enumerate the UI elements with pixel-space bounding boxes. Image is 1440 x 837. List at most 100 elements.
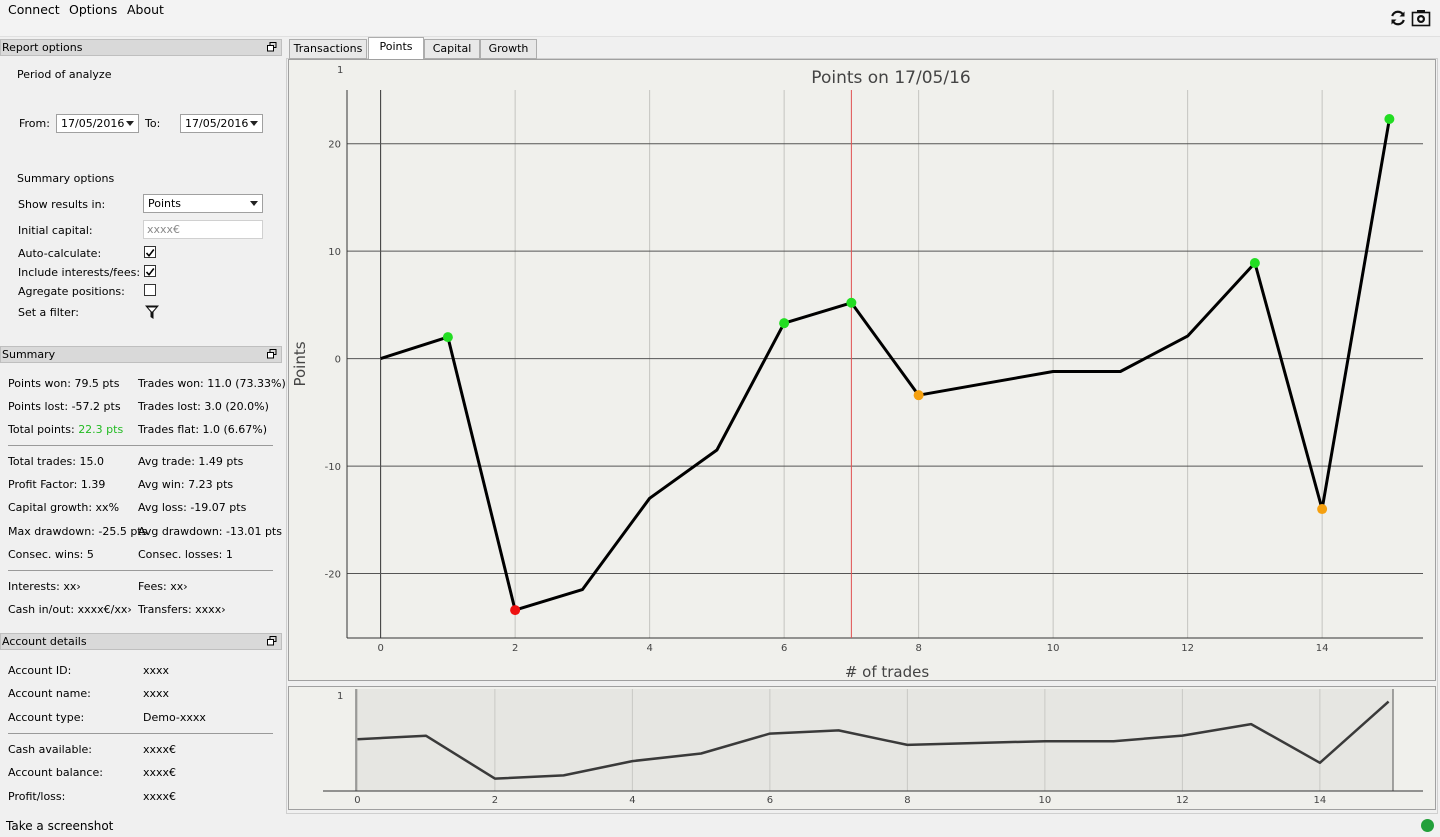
y-tick-label: 0 — [335, 355, 341, 366]
summary-title: Summary — [2, 348, 56, 361]
refresh-icon[interactable] — [1388, 8, 1408, 28]
y-tick-label: -20 — [325, 570, 341, 581]
menu-connect[interactable]: Connect — [8, 2, 60, 17]
chart-title: Points on 17/05/16 — [811, 68, 970, 88]
checkmark-icon — [145, 249, 155, 258]
total-points-label: Total points: — [8, 423, 75, 436]
from-date-value: 17/05/2016 — [61, 117, 125, 130]
data-point — [779, 318, 790, 329]
float-window-icon[interactable] — [267, 349, 277, 359]
to-date-value: 17/05/2016 — [185, 117, 249, 130]
account-balance-label: Account balance: — [8, 766, 103, 779]
account-details-header: Account details — [0, 633, 282, 650]
float-window-icon[interactable] — [267, 636, 277, 646]
avg-drawdown: Avg drawdown: -13.01 pts — [138, 525, 282, 538]
profit-loss-label: Profit/loss: — [8, 790, 66, 803]
navigator-tick-label: 2 — [492, 795, 498, 806]
account-id-value: xxxx — [143, 664, 170, 677]
avg-trade: Avg trade: 1.49 pts — [138, 455, 244, 468]
points-chart[interactable]: 1 Points on 17/05/16 0 2 4 6 8 10 12 14 -20 -10 0 10 2… — [289, 60, 1435, 681]
period-label: Period of analyze — [17, 68, 112, 81]
fees: Fees: xx› — [138, 580, 188, 593]
menu-about[interactable]: About — [127, 2, 164, 17]
account-type-label: Account type: — [8, 711, 85, 724]
avg-win: Avg win: 7.23 pts — [138, 478, 234, 491]
data-point — [1384, 114, 1395, 125]
include-interests-checkbox[interactable] — [144, 265, 156, 277]
consec-losses: Consec. losses: 1 — [138, 548, 233, 561]
consec-wins: Consec. wins: 5 — [8, 548, 94, 561]
account-balance-value: xxxx€ — [143, 766, 177, 779]
tab-points[interactable]: Points — [368, 37, 424, 60]
profit-loss-value: xxxx€ — [143, 790, 177, 803]
navigator-corner-label: 1 — [337, 691, 343, 702]
cash-available-label: Cash available: — [8, 743, 92, 756]
report-options-title: Report options — [2, 41, 83, 54]
tab-transactions[interactable]: Transactions — [289, 39, 367, 59]
to-label: To: — [145, 117, 161, 130]
data-point — [913, 390, 924, 401]
divider — [8, 570, 273, 571]
menu-bar: Connect Options About — [0, 0, 1440, 37]
x-tick-label: 2 — [512, 643, 518, 654]
navigator-tick-label: 4 — [629, 795, 635, 806]
total-trades: Total trades: 15.0 — [8, 455, 104, 468]
aggregate-checkbox[interactable] — [144, 284, 156, 296]
data-point — [846, 297, 857, 308]
y-axis-label: Points — [291, 341, 309, 386]
account-name-label: Account name: — [8, 687, 91, 700]
account-name-value: xxxx — [143, 687, 170, 700]
from-date-select[interactable]: 17/05/2016 — [56, 114, 139, 133]
to-date-select[interactable]: 17/05/2016 — [180, 114, 263, 133]
total-points: Total points: 22.3 pts — [8, 423, 123, 436]
account-details-title: Account details — [2, 635, 87, 648]
total-points-value: 22.3 pts — [78, 423, 124, 436]
tab-growth[interactable]: Growth — [480, 39, 537, 59]
summary-header: Summary — [0, 346, 282, 363]
include-interests-label: Include interests/fees: — [18, 266, 141, 279]
navigator-selection — [356, 689, 1393, 791]
filter-icon[interactable] — [144, 304, 160, 320]
summary-options-label: Summary options — [17, 172, 115, 185]
float-window-icon[interactable] — [267, 42, 277, 52]
checkmark-icon — [145, 268, 155, 277]
initial-capital-input[interactable]: xxxx€ — [143, 220, 263, 239]
from-label: From: — [19, 117, 50, 130]
avg-loss: Avg loss: -19.07 pts — [138, 501, 247, 514]
menu-options[interactable]: Options — [69, 2, 117, 17]
navigator-tick-label: 0 — [354, 795, 360, 806]
x-tick-label: 14 — [1316, 643, 1329, 654]
x-tick-label: 8 — [915, 643, 921, 654]
interests: Interests: xx› — [8, 580, 81, 593]
navigator-chart[interactable]: 10 2 4 6 8 10 12 14 — [289, 687, 1435, 809]
data-point — [442, 332, 453, 343]
report-options-header: Report options — [0, 39, 282, 56]
auto-calc-checkbox[interactable] — [144, 246, 156, 258]
navigator-tick-label: 6 — [767, 795, 773, 806]
cash-inout: Cash in/out: xxxx€/xx› — [8, 603, 132, 616]
transfers: Transfers: xxxx› — [138, 603, 226, 616]
chevron-down-icon — [250, 121, 258, 126]
points-won: Points won: 79.5 pts — [8, 377, 120, 390]
navigator-tick-label: 8 — [904, 795, 910, 806]
y-tick-label: 10 — [328, 247, 341, 258]
profit-factor: Profit Factor: 1.39 — [8, 478, 106, 491]
x-axis-label: # of trades — [845, 663, 930, 680]
camera-icon[interactable] — [1411, 8, 1431, 28]
y-tick-label: 20 — [328, 140, 341, 151]
account-type-value: Demo-xxxx — [143, 711, 206, 724]
corner-label: 1 — [337, 65, 343, 76]
cash-available-value: xxxx€ — [143, 743, 177, 756]
x-tick-label: 4 — [646, 643, 652, 654]
divider — [8, 733, 273, 734]
show-results-select[interactable]: Points — [143, 194, 263, 213]
capital-growth: Capital growth: xx% — [8, 501, 120, 514]
tab-capital[interactable]: Capital — [424, 39, 480, 59]
x-tick-label: 12 — [1181, 643, 1194, 654]
max-drawdown: Max drawdown: -25.5 pts — [8, 525, 148, 538]
data-point — [510, 605, 521, 616]
trades-lost: Trades lost: 3.0 (20.0%) — [138, 400, 269, 413]
initial-capital-placeholder: xxxx€ — [147, 223, 181, 236]
trades-won: Trades won: 11.0 (73.33%) — [138, 377, 286, 390]
connection-status-indicator — [1421, 819, 1434, 832]
